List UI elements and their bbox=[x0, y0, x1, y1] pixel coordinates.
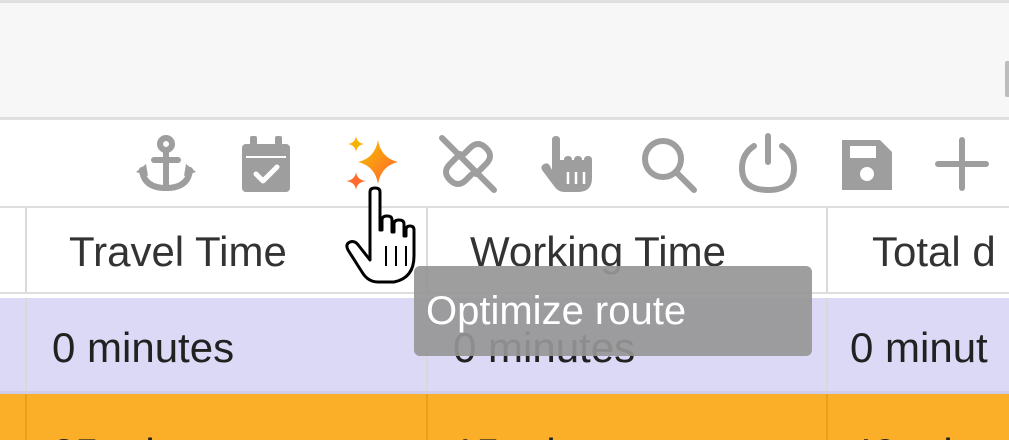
top-bar bbox=[0, 0, 1009, 120]
optimize-route-tooltip: Optimize route bbox=[414, 266, 812, 356]
travel-time-cell: 0 minutes bbox=[25, 298, 426, 391]
header-total-duration[interactable]: Total d bbox=[826, 208, 1009, 292]
scroll-edge[interactable] bbox=[1005, 61, 1009, 97]
power-button[interactable] bbox=[732, 128, 804, 200]
calendar-check-icon bbox=[242, 136, 290, 192]
schedule-button[interactable] bbox=[230, 128, 302, 200]
header-cell bbox=[0, 208, 25, 292]
total-duration-cell: 0 minut bbox=[826, 298, 1009, 391]
plus-icon bbox=[935, 137, 989, 191]
hand-cursor-icon bbox=[345, 186, 416, 284]
search-button[interactable] bbox=[632, 128, 704, 200]
travel-time-cell: 25 minutes bbox=[25, 394, 426, 440]
working-time-cell: 15 minutes bbox=[426, 394, 826, 440]
add-button[interactable] bbox=[926, 128, 998, 200]
total-duration-cell: 40 minu bbox=[826, 394, 1009, 440]
table-cell bbox=[0, 394, 25, 440]
unlink-icon bbox=[439, 135, 497, 193]
anchor-icon bbox=[136, 135, 196, 192]
save-button[interactable] bbox=[830, 128, 902, 200]
table-cell bbox=[0, 298, 25, 391]
power-icon bbox=[738, 133, 798, 194]
route-planner-panel: Travel Time Working Time Total d 0 minut… bbox=[0, 0, 1009, 440]
unlink-button[interactable] bbox=[432, 128, 504, 200]
hand-pointer-icon bbox=[541, 136, 592, 192]
table-row[interactable]: 25 minutes 15 minutes 40 minu bbox=[0, 394, 1009, 440]
anchor-button[interactable] bbox=[130, 128, 202, 200]
search-icon bbox=[642, 138, 697, 193]
manual-assign-button[interactable] bbox=[532, 128, 604, 200]
save-icon bbox=[842, 140, 892, 190]
